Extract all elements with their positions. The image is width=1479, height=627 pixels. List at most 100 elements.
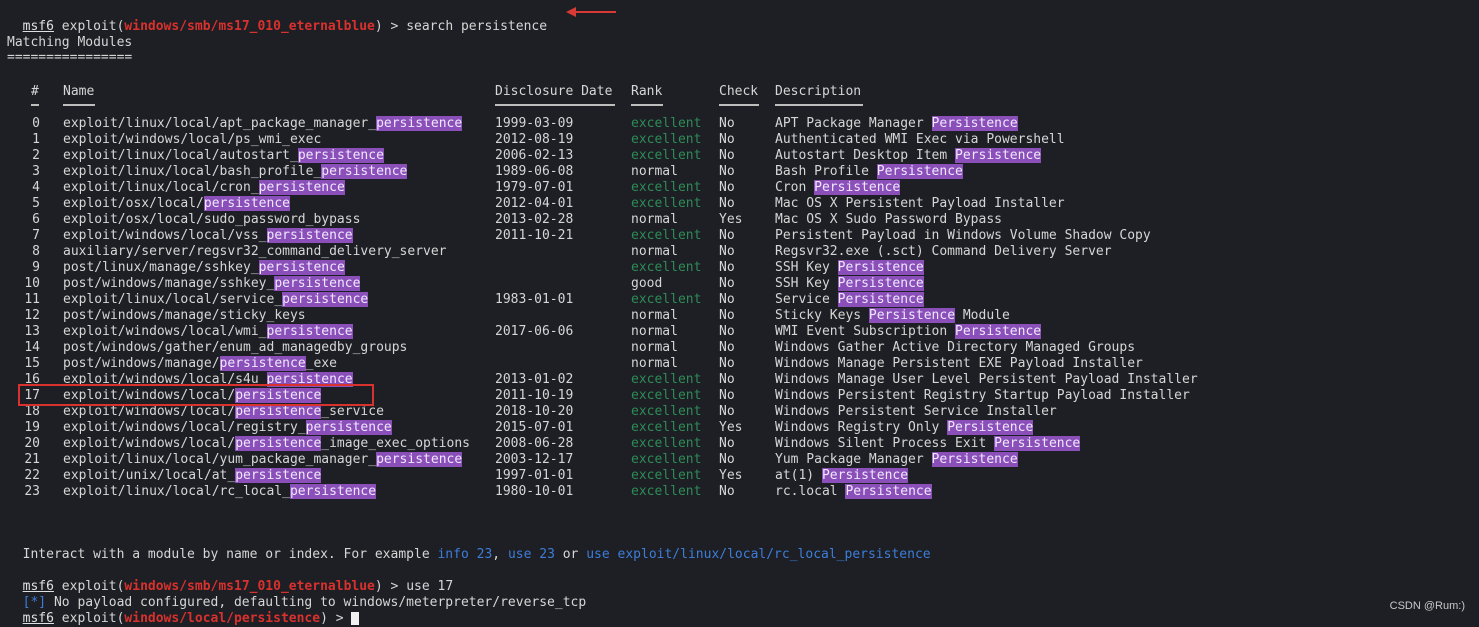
check: No: [719, 196, 735, 211]
description: at(1) Persistence: [775, 468, 909, 484]
search-match: persistence: [289, 484, 377, 499]
description-part: SSH Key: [775, 276, 838, 291]
row-index: 13: [24, 324, 40, 339]
description-part: Cron: [775, 180, 815, 195]
disclosure-date: 2015-07-01: [495, 420, 574, 435]
watermark: CSDN @Rum:): [1389, 600, 1465, 612]
table-row: 7 exploit/windows/local/vss_persistence 20…: [0, 228, 1479, 244]
interact-sep1: ,: [492, 547, 508, 562]
module-name: exploit/linux/local/service_persistence: [63, 292, 369, 308]
module-name-part: post/windows/manage/sticky_keys: [63, 308, 306, 323]
disclosure-date: 2013-01-02: [495, 372, 574, 387]
module-name-part: exploit/osx/local/sudo_password_bypass: [63, 212, 361, 227]
disclosure-date: 1980-10-01: [495, 484, 574, 499]
search-match: persistence: [258, 180, 345, 195]
module-name-part: _image_exec_options: [321, 436, 470, 451]
row-index: 11: [24, 292, 40, 307]
module-name: exploit/linux/local/bash_profile_persist…: [63, 164, 408, 180]
header-date: Disclosure Date: [495, 84, 613, 99]
example-use-full: use exploit/linux/local/rc_local_persist…: [586, 547, 931, 562]
terminal-cursor[interactable]: [351, 612, 360, 625]
check: No: [719, 292, 735, 307]
description: Yum Package Manager Persistence: [775, 452, 1018, 468]
check: No: [719, 180, 735, 195]
search-match: Persistence: [955, 324, 1042, 339]
check: No: [719, 132, 735, 147]
rank: normal: [631, 324, 678, 339]
table-row: 19 exploit/windows/local/registry_persist…: [0, 420, 1479, 436]
disclosure-date: 2011-10-21: [495, 228, 574, 243]
check: No: [719, 388, 735, 403]
description: Mac OS X Sudo Password Bypass: [775, 212, 1002, 228]
check: No: [719, 372, 735, 387]
module-name: exploit/windows/local/wmi_persistence: [63, 324, 353, 340]
header-rank: Rank: [631, 84, 663, 99]
module-name: exploit/windows/local/persistence_servic…: [63, 404, 384, 420]
description: WMI Event Subscription Persistence: [775, 324, 1042, 340]
description: Windows Gather Active Directory Managed …: [775, 340, 1135, 356]
description: Cron Persistence: [775, 180, 901, 196]
search-match: Persistence: [876, 164, 963, 179]
check: No: [719, 164, 735, 179]
check: Yes: [719, 212, 743, 227]
module-name: post/windows/manage/persistence_exe: [63, 356, 337, 372]
row-index: 5: [32, 196, 40, 211]
msf-prompt: msf6: [22, 19, 54, 34]
rank: excellent: [631, 484, 702, 499]
module-name-part: post/windows/manage/: [63, 356, 220, 371]
example-info: info 23: [437, 547, 493, 562]
rank: excellent: [631, 372, 702, 387]
disclosure-date: 1999-03-09: [495, 116, 574, 131]
interact-prefix: Interact with a module by name or index.…: [22, 547, 438, 562]
description-part: WMI Event Subscription: [775, 324, 956, 339]
description-part: SSH Key: [775, 260, 838, 275]
description: Windows Manage User Level Persistent Pay…: [775, 372, 1198, 388]
module-name: exploit/windows/local/registry_persisten…: [63, 420, 392, 436]
header-desc: Description: [775, 84, 862, 99]
row-index: 20: [24, 436, 40, 451]
description: Mac OS X Persistent Payload Installer: [775, 196, 1065, 212]
search-match: Persistence: [821, 468, 909, 483]
description-part: APT Package Manager: [775, 116, 932, 131]
rank: normal: [631, 340, 678, 355]
section-title: Matching Modules: [7, 35, 133, 50]
description-part: Persistent Payload in Windows Volume Sha…: [775, 228, 1151, 243]
table-row: 15 post/windows/manage/persistence_exe nor…: [0, 356, 1479, 372]
description: Autostart Desktop Item Persistence: [775, 148, 1042, 164]
search-match: persistence: [235, 468, 322, 483]
disclosure-date: 1989-06-08: [495, 164, 574, 179]
rank: excellent: [631, 436, 702, 451]
module-name: exploit/linux/local/rc_local_persistence: [63, 484, 377, 500]
description: APT Package Manager Persistence: [775, 116, 1018, 132]
module-name-part: _service: [321, 404, 384, 419]
description-part: Sticky Keys: [775, 308, 869, 323]
table-row: 5 exploit/osx/local/persistence 2012-04-01…: [0, 196, 1479, 212]
rank: normal: [631, 244, 678, 259]
search-match: persistence: [376, 452, 463, 467]
header-date-rule: [495, 104, 615, 106]
rank: excellent: [631, 468, 702, 483]
module-name-part: exploit/windows/local/: [63, 404, 236, 419]
table-row: 4 exploit/linux/local/cron_persistence 197…: [0, 180, 1479, 196]
row-index: 10: [24, 276, 40, 291]
description-part: Mac OS X Persistent Payload Installer: [775, 196, 1065, 211]
disclosure-date: 2018-10-20: [495, 404, 574, 419]
interact-sep2: or: [554, 547, 587, 562]
check: No: [719, 404, 735, 419]
section-rule: ================: [7, 50, 133, 65]
rank: excellent: [631, 388, 702, 403]
table-row: 22 exploit/unix/local/at_persistence 1997-…: [0, 468, 1479, 484]
module-name: post/linux/manage/sshkey_persistence: [63, 260, 345, 276]
check: No: [719, 452, 735, 467]
check: No: [719, 436, 735, 451]
prompt-line-current[interactable]: msf6 exploit(windows/local/persistence) …: [7, 595, 360, 626]
row-index: 1: [32, 132, 40, 147]
table-row: 2 exploit/linux/local/autostart_persisten…: [0, 148, 1479, 164]
prompt-close: ) >: [374, 19, 407, 34]
module-name-part: exploit/windows/local/registry_: [63, 420, 306, 435]
row-index: 4: [32, 180, 40, 195]
rank: excellent: [631, 292, 702, 307]
table-row: 18 exploit/windows/local/persistence_serv…: [0, 404, 1479, 420]
description: SSH Key Persistence: [775, 260, 924, 276]
check: No: [719, 484, 735, 499]
